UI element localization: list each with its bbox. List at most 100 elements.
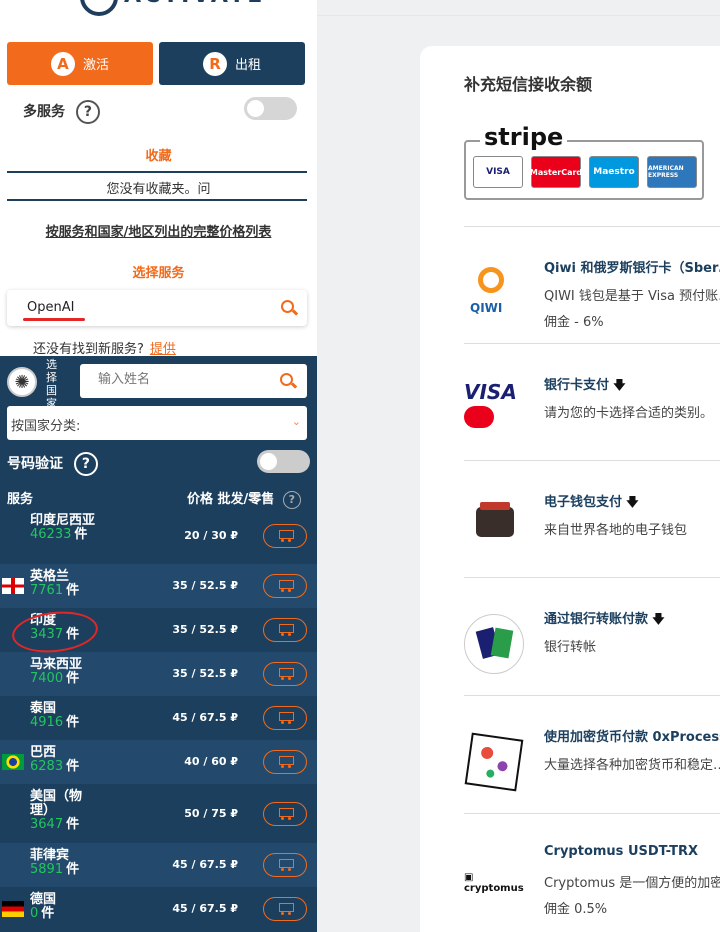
- country-label: 德国: [30, 892, 57, 907]
- crypto-cube-icon: [464, 732, 524, 792]
- country-row[interactable]: 美国（物理） 3647 件 50 / 75 ₽: [0, 784, 317, 843]
- site-logo[interactable]: ACTIVATE: [80, 0, 262, 18]
- payment-method-row[interactable]: ▣ cryptomus Cryptomus USDT-TRX Cryptomus 是…: [464, 814, 720, 929]
- add-to-cart-button[interactable]: [263, 618, 307, 642]
- help-icon[interactable]: ?: [73, 452, 98, 476]
- help-icon[interactable]: ?: [282, 490, 301, 509]
- cart-icon: [276, 903, 294, 915]
- multi-service-toggle[interactable]: [244, 97, 297, 120]
- payment-method-row[interactable]: 电子钱包支付 🡇 来自世界各地的电子钱包: [464, 461, 720, 576]
- country-name: 美国（物理） 3647 件: [30, 790, 100, 832]
- select-country-label: 选择国家: [46, 358, 57, 410]
- search-icon[interactable]: [280, 373, 296, 389]
- country-label: 美国（物理）: [30, 789, 83, 818]
- logo-ring: [80, 0, 118, 16]
- payment-method-row[interactable]: VISA 银行卡支付 🡇 请为您的卡选择合适的类别。: [464, 344, 720, 459]
- country-search-input[interactable]: [98, 372, 258, 387]
- maestro-card-icon: Maestro: [589, 156, 639, 188]
- favorites-empty-text: 您没有收藏夹。问: [106, 182, 211, 197]
- add-to-cart-button[interactable]: [263, 574, 307, 598]
- activate-icon: A: [50, 51, 75, 76]
- price-text: 45 / 67.5 ₽: [172, 711, 238, 724]
- cart-icon: [276, 859, 294, 871]
- payment-method-row[interactable]: 使用加密货币付款 0xProcess… 大量选择各种加密货币和稳定…: [464, 696, 720, 811]
- suggest-link[interactable]: 提供: [150, 342, 176, 357]
- add-to-cart-button[interactable]: [263, 897, 307, 921]
- price-text: 50 / 75 ₽: [184, 807, 238, 820]
- add-to-cart-button[interactable]: [263, 524, 307, 548]
- number-verification-row: 号码验证 ?: [7, 452, 98, 476]
- germany-flag-icon: [2, 901, 24, 917]
- add-to-cart-button[interactable]: [263, 853, 307, 877]
- payment-method-title[interactable]: Qiwi 和俄罗斯银行卡（Sber…: [544, 257, 720, 276]
- country-label: 印度尼西亚: [30, 513, 96, 528]
- add-to-cart-button[interactable]: [263, 706, 307, 730]
- column-header-service: 服务: [7, 492, 34, 507]
- column-header-price-label: 价格 批发/零售: [187, 492, 275, 507]
- payment-method-row[interactable]: QIWI Qiwi 和俄罗斯银行卡（Sber… QIWI 钱包是基于 Visa 预付…: [464, 227, 720, 342]
- price-text: 40 / 60 ₽: [184, 755, 238, 768]
- add-to-cart-button[interactable]: [263, 662, 307, 686]
- price-text: 35 / 52.5 ₽: [172, 623, 238, 636]
- count-unit: 件: [66, 715, 80, 730]
- column-header-price: 价格 批发/零售 ?: [187, 488, 301, 509]
- topup-card: 补充短信接收余额 stripe VISA MasterCard Maestro …: [420, 46, 720, 932]
- full-price-list-link[interactable]: 按服务和国家/地区列出的完整价格列表: [0, 221, 317, 240]
- cart-icon: [276, 624, 294, 636]
- country-row[interactable]: 泰国 4916 件 45 / 67.5 ₽: [0, 696, 317, 740]
- country-row[interactable]: 菲律宾 5891 件 45 / 67.5 ₽: [0, 843, 317, 887]
- country-category-value: 按国家分类:: [11, 419, 81, 434]
- payment-method-description: Cryptomus 是一個方便的加密…: [544, 876, 720, 891]
- payment-method-title[interactable]: 通过银行转账付款 🡇: [544, 608, 665, 631]
- country-label: 英格兰: [30, 569, 70, 584]
- help-icon[interactable]: ?: [75, 100, 100, 124]
- available-count: 4916: [30, 715, 64, 730]
- rent-button[interactable]: R 出租: [159, 42, 305, 85]
- payment-method-title[interactable]: 使用加密货币付款 0xProcess…: [544, 726, 720, 745]
- divider: [7, 171, 307, 173]
- left-sidebar: ACTIVATE A 激活 R 出租 多服务 ? 收藏 您没有收藏夹。问 按服务…: [0, 0, 317, 932]
- select-service-title: 选择服务: [132, 266, 185, 281]
- country-row[interactable]: 印度尼西亚 46233 件 20 / 30 ₽: [0, 508, 317, 563]
- count-unit: 件: [66, 583, 80, 598]
- cryptomus-icon: ▣ cryptomus: [464, 872, 524, 894]
- payment-method-title[interactable]: Cryptomus USDT-TRX: [544, 844, 698, 859]
- openai-icon: ✺: [7, 367, 37, 397]
- add-to-cart-button[interactable]: [263, 750, 307, 774]
- service-search-input[interactable]: OpenAI: [7, 290, 307, 326]
- logo-text: ACTIVATE: [124, 0, 265, 8]
- payment-method-title[interactable]: 电子钱包支付 🡇: [544, 491, 639, 514]
- country-row[interactable]: 巴西 6283 件 40 / 60 ₽: [0, 740, 317, 784]
- favorites-title: 收藏: [145, 149, 172, 164]
- available-count: 46233: [30, 527, 72, 542]
- country-row[interactable]: 英格兰 7761 件 35 / 52.5 ₽: [0, 564, 317, 608]
- country-category-select[interactable]: 按国家分类: ⌄: [7, 406, 307, 440]
- qiwi-icon: QIWI: [464, 263, 524, 323]
- chevron-down-icon: ⌄: [291, 415, 301, 428]
- bank-cards-icon: [464, 614, 524, 674]
- divider: [7, 199, 307, 201]
- count-unit: 件: [66, 759, 80, 774]
- country-label: 马来西亚: [30, 657, 83, 672]
- country-search-field[interactable]: [80, 364, 307, 398]
- multi-service-row: 多服务 ?: [23, 100, 100, 124]
- payment-method-title[interactable]: 银行卡支付 🡇: [544, 374, 626, 397]
- payment-method-row[interactable]: 通过银行转账付款 🡇 银行转帐: [464, 578, 720, 693]
- count-unit: 件: [41, 906, 55, 921]
- add-to-cart-button[interactable]: [263, 802, 307, 826]
- number-verification-toggle[interactable]: [257, 450, 310, 473]
- country-name: 菲律宾 5891 件: [30, 849, 100, 877]
- main-content: 补充短信接收余额 stripe VISA MasterCard Maestro …: [317, 0, 720, 932]
- cart-icon: [276, 756, 294, 768]
- activate-button[interactable]: A 激活: [7, 42, 153, 85]
- country-row[interactable]: 德国 0 件 45 / 67.5 ₽: [0, 887, 317, 931]
- country-row[interactable]: 马来西亚 7400 件 35 / 52.5 ₽: [0, 652, 317, 696]
- search-icon[interactable]: [281, 300, 297, 316]
- payment-method-description: 来自世界各地的电子钱包: [544, 523, 688, 538]
- price-text: 45 / 67.5 ₽: [172, 858, 238, 871]
- top-bar: [317, 0, 720, 16]
- cart-icon: [276, 808, 294, 820]
- available-count: 5891: [30, 862, 64, 877]
- price-text: 45 / 67.5 ₽: [172, 902, 238, 915]
- payment-method-fee: 佣金 0.5%: [544, 902, 608, 917]
